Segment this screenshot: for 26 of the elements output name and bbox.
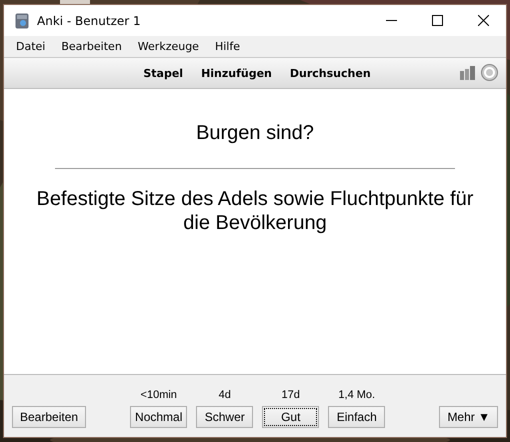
card-answer: Befestigte Sitze des Adels sowie Fluchtpunkte für die Bevölkerung [36,187,474,235]
menu-item[interactable]: Bearbeiten [53,40,130,53]
maximize-icon[interactable] [432,15,442,26]
toolbar-link[interactable]: Stapel [139,66,184,80]
answer-button[interactable]: Schwer [196,406,254,428]
minimize-icon[interactable] [386,20,396,21]
interval-label: 1,4 Mo. [338,389,376,401]
window-title: Anki - Benutzer 1 [37,14,142,28]
interval-label: 4d [218,389,231,401]
card-question: Burgen sind? [196,122,314,145]
bar-chart-icon[interactable] [460,66,476,80]
sync-icon[interactable] [481,64,498,81]
toolbar-link[interactable]: Hinzufügen [197,66,272,80]
edit-button[interactable]: Bearbeiten [12,406,86,428]
answer-button[interactable]: Einfach [328,406,386,428]
answer-button[interactable]: Gut [262,406,320,428]
app-icon [15,12,29,28]
interval-label: 17d [282,389,300,401]
menu-item[interactable]: Werkzeuge [130,40,207,53]
interval-label: <10min [140,389,177,401]
answer-button[interactable]: Nochmal [130,406,188,428]
menu-item[interactable]: Datei [8,40,54,53]
more-button[interactable]: Mehr ▼ [439,406,498,428]
toolbar-link[interactable]: Durchsuchen [286,66,371,80]
close-icon[interactable] [478,15,488,26]
menu-item[interactable]: Hilfe [206,40,248,53]
